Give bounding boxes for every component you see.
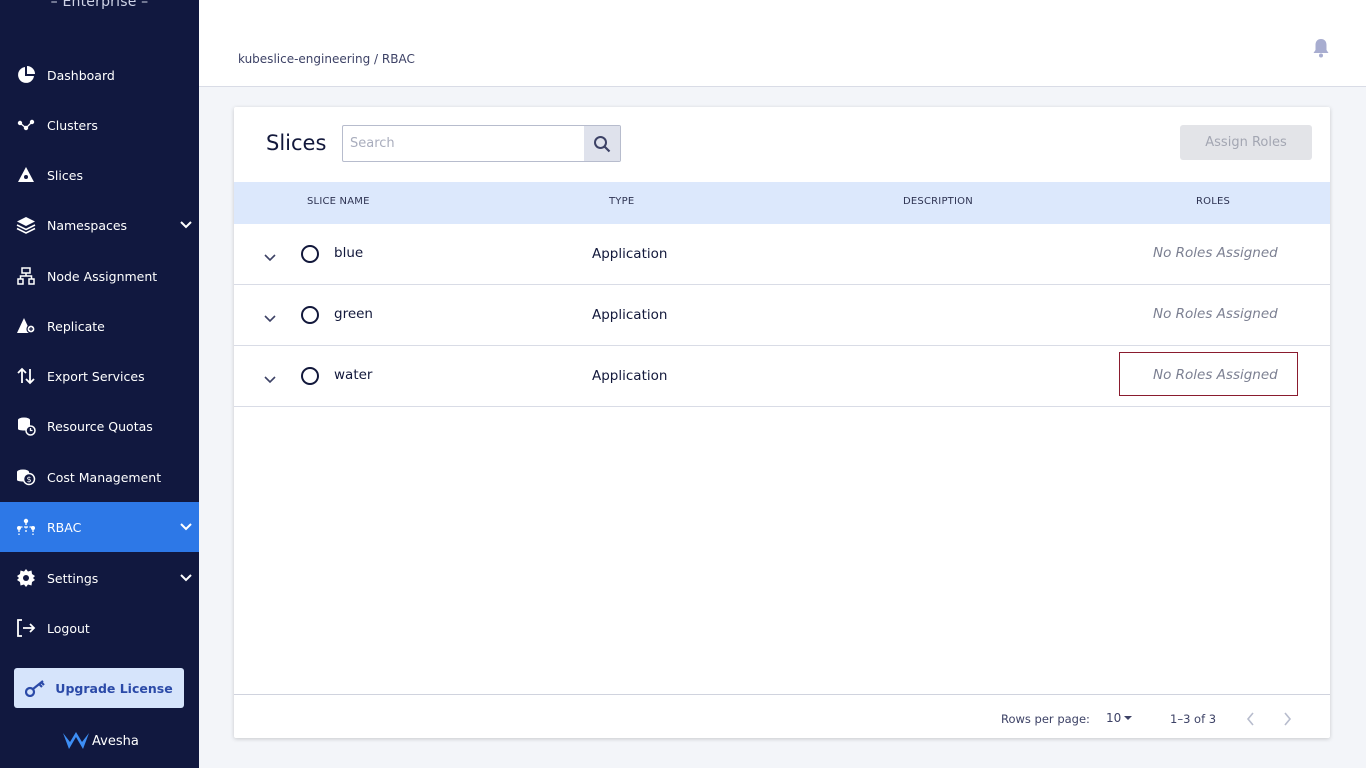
cluster-nodes-icon: [15, 114, 37, 136]
sidebar-item-label: RBAC: [47, 519, 82, 535]
caret-down-icon: [1124, 716, 1133, 720]
chevron-left-icon[interactable]: [1246, 711, 1256, 730]
chevron-down-icon: [179, 571, 193, 585]
column-header-description: DESCRIPTION: [903, 196, 973, 207]
slice-icon: [15, 164, 37, 186]
slice-roles: No Roles Assigned: [1153, 306, 1278, 322]
search-icon: [594, 135, 611, 152]
slice-name: green: [334, 306, 373, 322]
logo-text: Avesha: [92, 733, 139, 749]
column-header-slice-name: SLICE NAME: [307, 196, 370, 207]
breadcrumb: kubeslice-engineering / RBAC: [238, 52, 415, 66]
svg-text:$: $: [26, 475, 31, 484]
assign-roles-button[interactable]: Assign Roles: [1180, 125, 1312, 160]
rows-per-page-select[interactable]: 10: [1106, 711, 1135, 725]
table-row[interactable]: water Application No Roles Assigned: [234, 346, 1330, 407]
chevron-down-icon[interactable]: [264, 308, 276, 327]
gear-icon: [15, 567, 37, 589]
row-radio[interactable]: [301, 306, 319, 324]
slice-name: blue: [334, 245, 364, 261]
replicate-icon: [15, 315, 37, 337]
bell-icon[interactable]: [1312, 38, 1330, 62]
upgrade-license-label: Upgrade License: [55, 680, 173, 696]
coins-icon: $: [15, 466, 37, 488]
search-input[interactable]: [343, 126, 584, 161]
table-header: SLICE NAME TYPE DESCRIPTION ROLES: [234, 182, 1330, 224]
sidebar-item-export-services[interactable]: Export Services: [0, 351, 199, 401]
sidebar-item-label: Slices: [47, 167, 83, 183]
chevron-down-icon[interactable]: [264, 247, 276, 266]
sidebar-item-label: Logout: [47, 620, 90, 636]
sidebar-item-namespaces[interactable]: Namespaces: [0, 200, 199, 250]
chevron-right-icon[interactable]: [1282, 711, 1292, 730]
pagination-range: 1–3 of 3: [1170, 712, 1217, 726]
node-tree-icon: [15, 265, 37, 287]
sidebar-item-label: Node Assignment: [47, 268, 158, 284]
chevron-down-icon: [179, 218, 193, 232]
arrows-up-down-icon: [15, 365, 37, 387]
sidebar-item-replicate[interactable]: Replicate: [0, 301, 199, 351]
sidebar-item-label: Namespaces: [47, 217, 128, 233]
sidebar-item-label: Dashboard: [47, 67, 115, 83]
sidebar-item-clusters[interactable]: Clusters: [0, 100, 199, 150]
sidebar-item-logout[interactable]: Logout: [0, 603, 199, 653]
column-header-roles: ROLES: [1196, 196, 1231, 207]
users-network-icon: [15, 516, 37, 538]
column-header-type: TYPE: [609, 196, 635, 207]
logout-icon: [15, 617, 37, 639]
sidebar-item-settings[interactable]: Settings: [0, 553, 199, 603]
slices-card: Slices Assign Roles SLICE NAME TYPE DESC…: [234, 107, 1330, 738]
slice-name: water: [334, 367, 373, 383]
table-row[interactable]: blue Application No Roles Assigned: [234, 224, 1330, 285]
sidebar-item-resource-quotas[interactable]: Resource Quotas: [0, 401, 199, 451]
search-box: [342, 125, 621, 162]
key-icon: [25, 679, 47, 697]
avesha-logo: Avesha: [62, 731, 139, 751]
chevron-down-icon[interactable]: [264, 369, 276, 388]
sidebar-item-label: Resource Quotas: [47, 418, 153, 434]
row-radio[interactable]: [301, 245, 319, 263]
table-row[interactable]: green Application No Roles Assigned: [234, 285, 1330, 346]
chevron-down-icon: [179, 520, 193, 534]
slice-roles: No Roles Assigned: [1153, 367, 1278, 383]
slice-roles: No Roles Assigned: [1153, 245, 1278, 261]
sidebar-item-slices[interactable]: Slices: [0, 150, 199, 200]
sidebar-item-rbac[interactable]: RBAC: [0, 502, 199, 552]
database-clock-icon: [15, 415, 37, 437]
sidebar-item-label: Cost Management: [47, 469, 162, 485]
sidebar-item-label: Replicate: [47, 318, 105, 334]
row-radio[interactable]: [301, 367, 319, 385]
sidebar-item-label: Clusters: [47, 117, 98, 133]
sidebar-item-cost-management[interactable]: $ Cost Management: [0, 452, 199, 502]
table-pagination: Rows per page: 10 1–3 of 3: [234, 694, 1330, 738]
topbar: kubeslice-engineering / RBAC: [199, 0, 1366, 87]
search-button[interactable]: [584, 126, 620, 161]
slice-type: Application: [592, 368, 668, 384]
layers-icon: [15, 214, 37, 236]
brand-subtitle: – Enterprise –: [50, 0, 149, 10]
sidebar: – Enterprise – Dashboard Clusters Slices…: [0, 0, 199, 768]
upgrade-license-button[interactable]: Upgrade License: [14, 668, 184, 708]
avesha-crown-icon: [63, 732, 89, 749]
slice-type: Application: [592, 246, 668, 262]
pie-chart-icon: [15, 64, 37, 86]
rows-per-page-label: Rows per page:: [1001, 712, 1090, 726]
slice-type: Application: [592, 307, 668, 323]
sidebar-item-node-assignment[interactable]: Node Assignment: [0, 251, 199, 301]
page-title: Slices: [266, 131, 327, 155]
rows-per-page-value: 10: [1106, 711, 1122, 725]
sidebar-item-dashboard[interactable]: Dashboard: [0, 50, 199, 100]
sidebar-item-label: Settings: [47, 570, 99, 586]
sidebar-item-label: Export Services: [47, 368, 145, 384]
